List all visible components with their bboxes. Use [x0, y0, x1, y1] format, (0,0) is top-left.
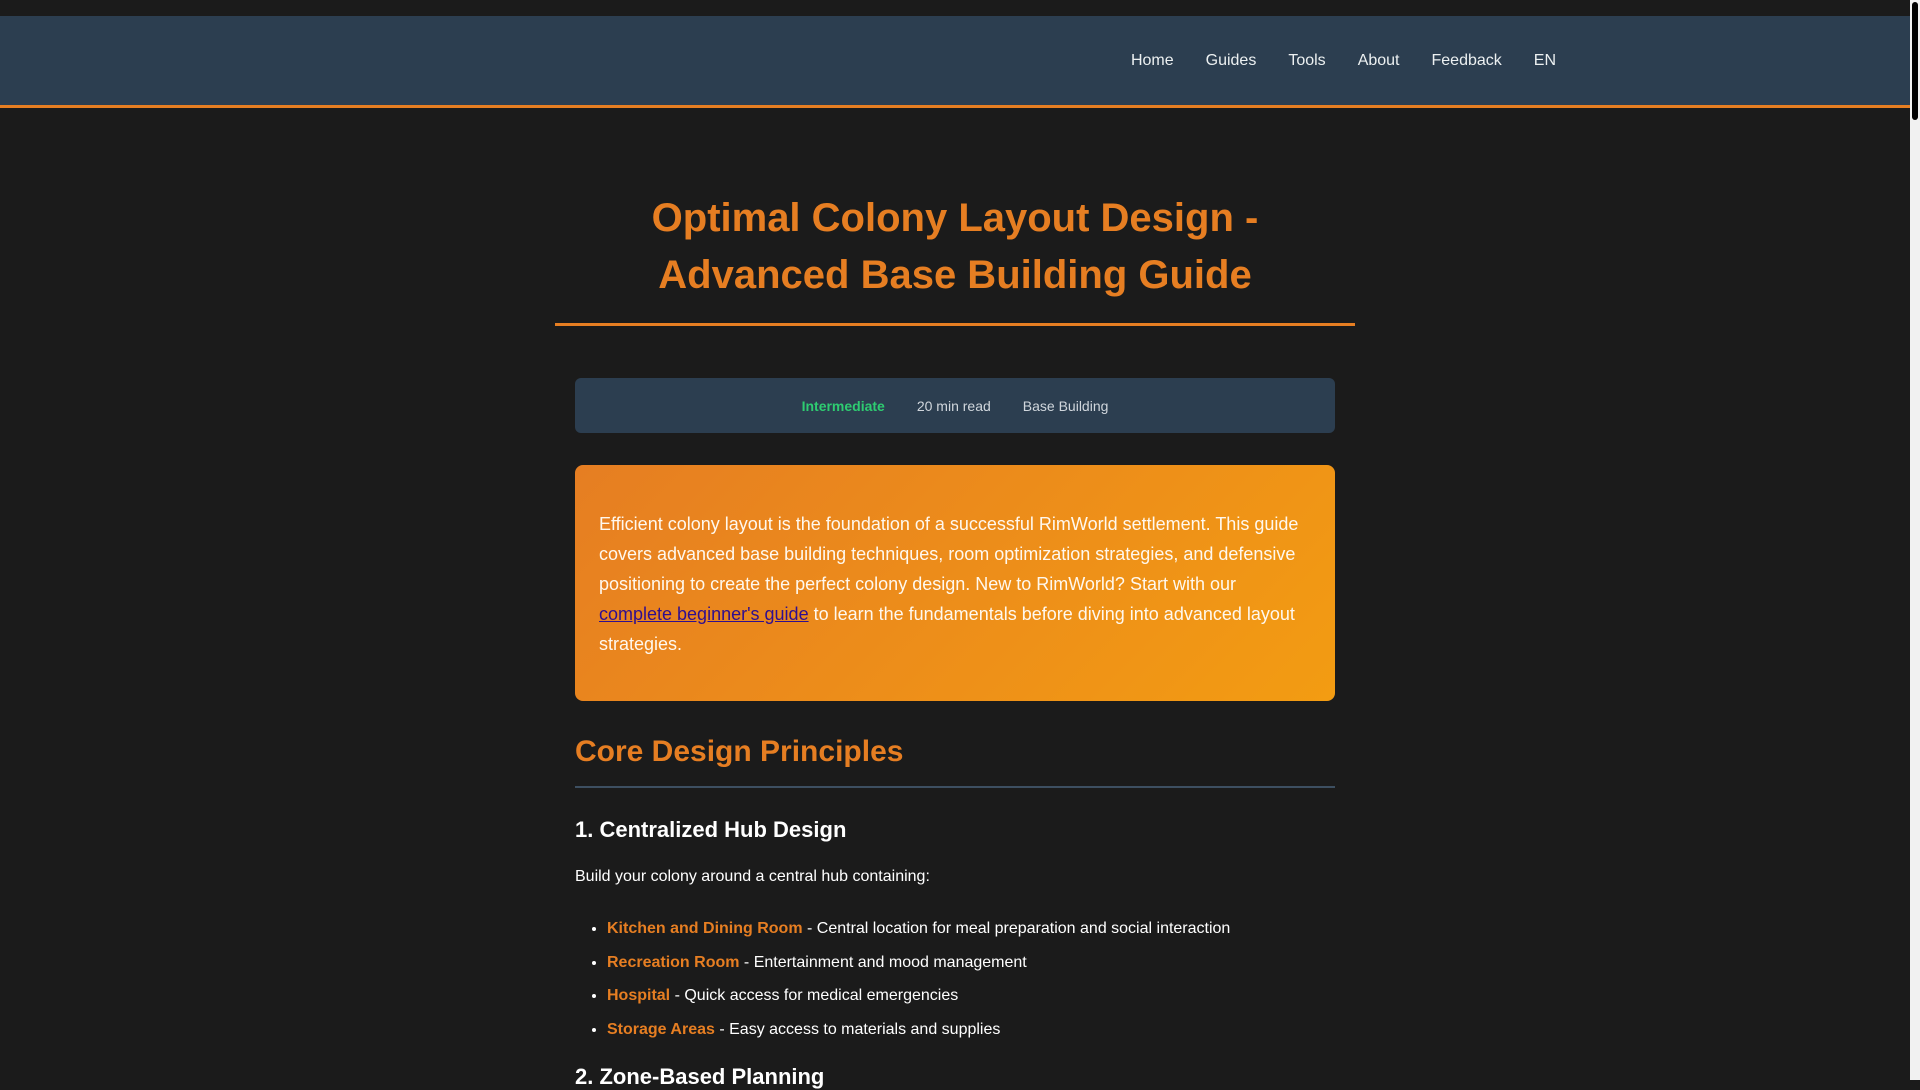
title-divider [555, 323, 1355, 326]
intro-callout: Efficient colony layout is the foundatio… [575, 465, 1335, 701]
hub-paragraph: Build your colony around a central hub c… [575, 868, 930, 885]
list-item-desc: - Easy access to materials and supplies [714, 1020, 1001, 1038]
subsection-heading-zones: 2. Zone-Based Planning [575, 1064, 825, 1089]
top-strip [0, 0, 1910, 16]
list-item: Recreation Room - Entertainment and mood… [607, 946, 1230, 980]
scrollbar-thumb[interactable] [1912, 2, 1918, 120]
language-selector[interactable]: EN [1534, 52, 1556, 70]
subsection-heading-hub: 1. Centralized Hub Design [575, 817, 847, 842]
nav-link-feedback[interactable]: Feedback [1432, 52, 1502, 70]
list-item-desc: - Quick access for medical emergencies [670, 987, 959, 1004]
nav-link-tools[interactable]: Tools [1288, 52, 1325, 70]
intro-text-start: Efficient colony layout is the foundatio… [599, 514, 1299, 594]
list-item: Kitchen and Dining Room - Central locati… [607, 912, 1230, 946]
category-tag: Base Building [1022, 397, 1109, 414]
page-title: Optimal Colony Layout Design - Advanced … [651, 196, 1259, 297]
list-item-name: Storage Areas [607, 1020, 715, 1038]
intro-paragraph: Efficient colony layout is the foundatio… [599, 509, 1311, 659]
list-item-desc: - Entertainment and mood management [739, 953, 1027, 971]
read-time: 20 min read [916, 397, 991, 414]
list-item-name: Kitchen and Dining Room [607, 920, 803, 937]
difficulty-badge: Intermediate [801, 397, 885, 414]
nav-link-about[interactable]: About [1358, 52, 1400, 70]
list-item: Storage Areas - Easy access to materials… [607, 1013, 1230, 1047]
main-navbar: Home Guides Tools About Feedback EN [0, 16, 1910, 108]
page-scrollbar[interactable] [1910, 0, 1920, 1080]
nav-link-home[interactable]: Home [1131, 52, 1174, 70]
nav-links: Home Guides Tools About Feedback EN [1099, 16, 1556, 105]
article-meta-bar: Intermediate 20 min read Base Building [575, 378, 1335, 433]
list-item-name: Hospital [607, 987, 671, 1004]
beginners-guide-link[interactable]: complete beginner's guide [599, 604, 809, 624]
section-heading: Core Design Principles [575, 735, 904, 768]
hub-feature-list: Kitchen and Dining Room - Central locati… [575, 912, 1230, 1046]
list-item-desc: - Central location for meal preparation … [802, 920, 1231, 937]
nav-link-guides[interactable]: Guides [1206, 52, 1257, 70]
section-divider [575, 786, 1335, 788]
list-item: Hospital - Quick access for medical emer… [607, 979, 1230, 1013]
list-item-name: Recreation Room [607, 953, 740, 971]
